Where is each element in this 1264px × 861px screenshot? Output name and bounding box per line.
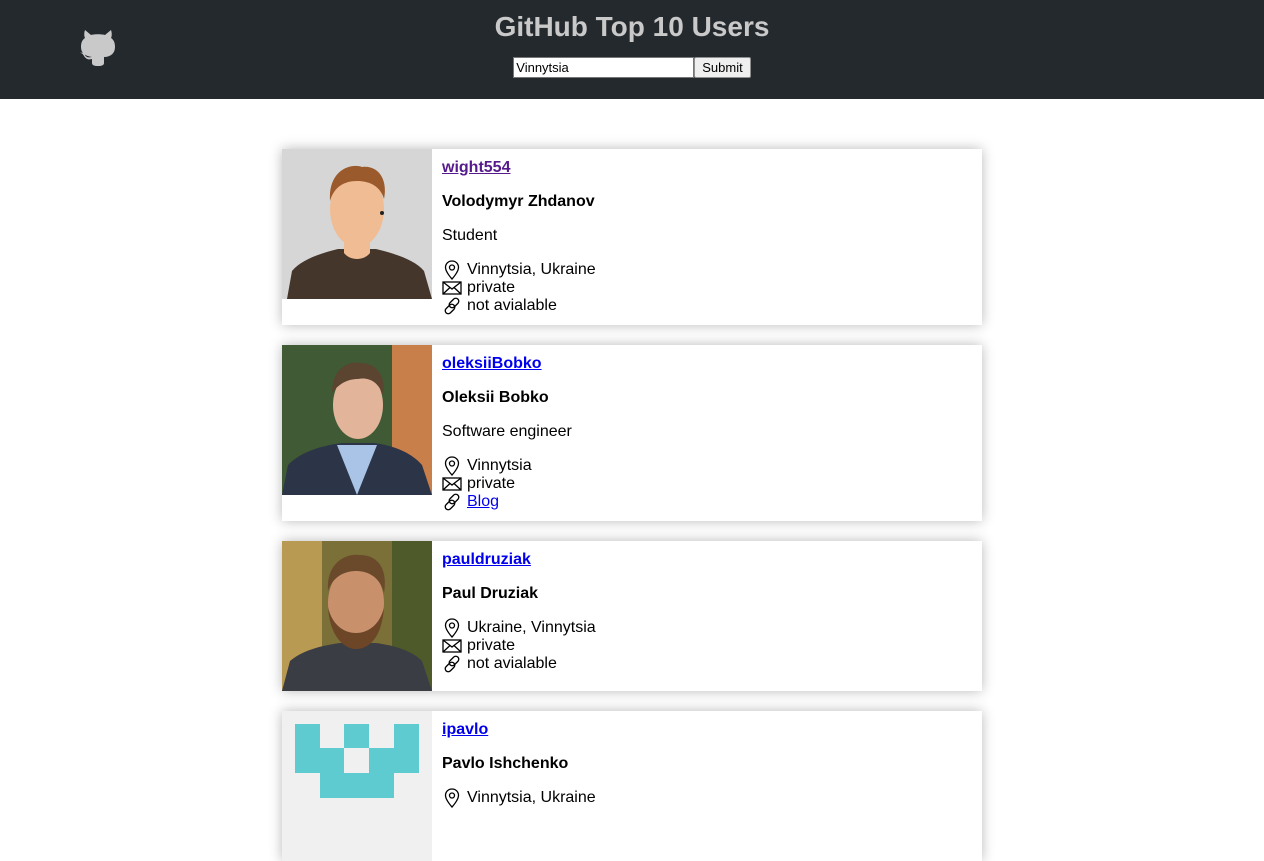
user-meta: Ukraine, Vinnytsia private not avialable (442, 618, 596, 673)
user-info: wight554 Volodymyr Zhdanov Student Vinny… (432, 149, 606, 325)
user-card: pauldruziak Paul Druziak Ukraine, Vinnyt… (282, 541, 982, 691)
location-pin-icon (444, 456, 460, 476)
location-pin-icon (444, 260, 460, 280)
user-location: Ukraine, Vinnytsia (467, 619, 596, 636)
user-login-link[interactable]: ipavlo (442, 721, 596, 739)
user-bio: Software engineer (442, 423, 572, 440)
blog-row: not avialable (442, 297, 596, 315)
location-pin-icon (444, 618, 460, 638)
link-icon (444, 655, 460, 673)
user-login-link[interactable]: pauldruziak (442, 551, 596, 569)
user-login-link[interactable]: oleksiiBobko (442, 355, 572, 373)
user-meta: Vinnytsia, Ukraine (442, 788, 596, 808)
user-email: private (467, 475, 516, 492)
email-row: private (442, 637, 596, 655)
user-blog: not avialable (467, 655, 557, 672)
user-avatar[interactable] (282, 345, 432, 495)
user-location: Vinnytsia (467, 457, 532, 474)
envelope-icon (442, 639, 462, 653)
location-pin-icon (444, 788, 460, 808)
submit-button[interactable]: Submit (694, 57, 751, 78)
location-search-input[interactable] (513, 57, 695, 78)
page-title: GitHub Top 10 Users (494, 11, 770, 42)
user-full-name: Volodymyr Zhdanov (442, 193, 595, 210)
blog-row: Blog (442, 493, 572, 511)
location-row: Vinnytsia (442, 456, 572, 476)
user-meta: Vinnytsia private Blog (442, 456, 572, 511)
location-row: Vinnytsia, Ukraine (442, 788, 596, 808)
user-location: Vinnytsia, Ukraine (467, 261, 596, 278)
user-login-link[interactable]: wight554 (442, 159, 596, 177)
user-email: private (467, 637, 516, 654)
user-list: wight554 Volodymyr Zhdanov Student Vinny… (282, 149, 982, 861)
user-card: ipavlo Pavlo Ishchenko Vinnytsia, Ukrain… (282, 711, 982, 861)
user-avatar[interactable] (282, 711, 432, 861)
user-blog-link[interactable]: Blog (467, 493, 499, 511)
user-avatar[interactable] (282, 149, 432, 299)
user-info: ipavlo Pavlo Ishchenko Vinnytsia, Ukrain… (432, 711, 606, 861)
user-full-name: Paul Druziak (442, 585, 539, 602)
email-row: private (442, 279, 596, 297)
user-card: wight554 Volodymyr Zhdanov Student Vinny… (282, 149, 982, 325)
location-row: Vinnytsia, Ukraine (442, 260, 596, 280)
link-icon (444, 493, 460, 511)
location-row: Ukraine, Vinnytsia (442, 618, 596, 638)
user-email: private (467, 279, 516, 296)
envelope-icon (442, 477, 462, 491)
envelope-icon (442, 281, 462, 295)
user-location: Vinnytsia, Ukraine (467, 789, 596, 806)
user-full-name: Pavlo Ishchenko (442, 755, 569, 772)
email-row: private (442, 475, 572, 493)
blog-row: not avialable (442, 655, 596, 673)
search-form: Submit (0, 57, 1264, 78)
github-octocat-icon[interactable] (80, 26, 116, 66)
user-meta: Vinnytsia, Ukraine private not avialable (442, 260, 596, 315)
top-bar: GitHub Top 10 Users Submit (0, 0, 1264, 99)
user-bio: Student (442, 227, 498, 244)
user-card: oleksiiBobko Oleksii Bobko Software engi… (282, 345, 982, 521)
user-info: pauldruziak Paul Druziak Ukraine, Vinnyt… (432, 541, 606, 691)
user-blog: not avialable (467, 297, 557, 314)
user-info: oleksiiBobko Oleksii Bobko Software engi… (432, 345, 582, 521)
user-avatar[interactable] (282, 541, 432, 691)
link-icon (444, 297, 460, 315)
user-full-name: Oleksii Bobko (442, 389, 549, 406)
